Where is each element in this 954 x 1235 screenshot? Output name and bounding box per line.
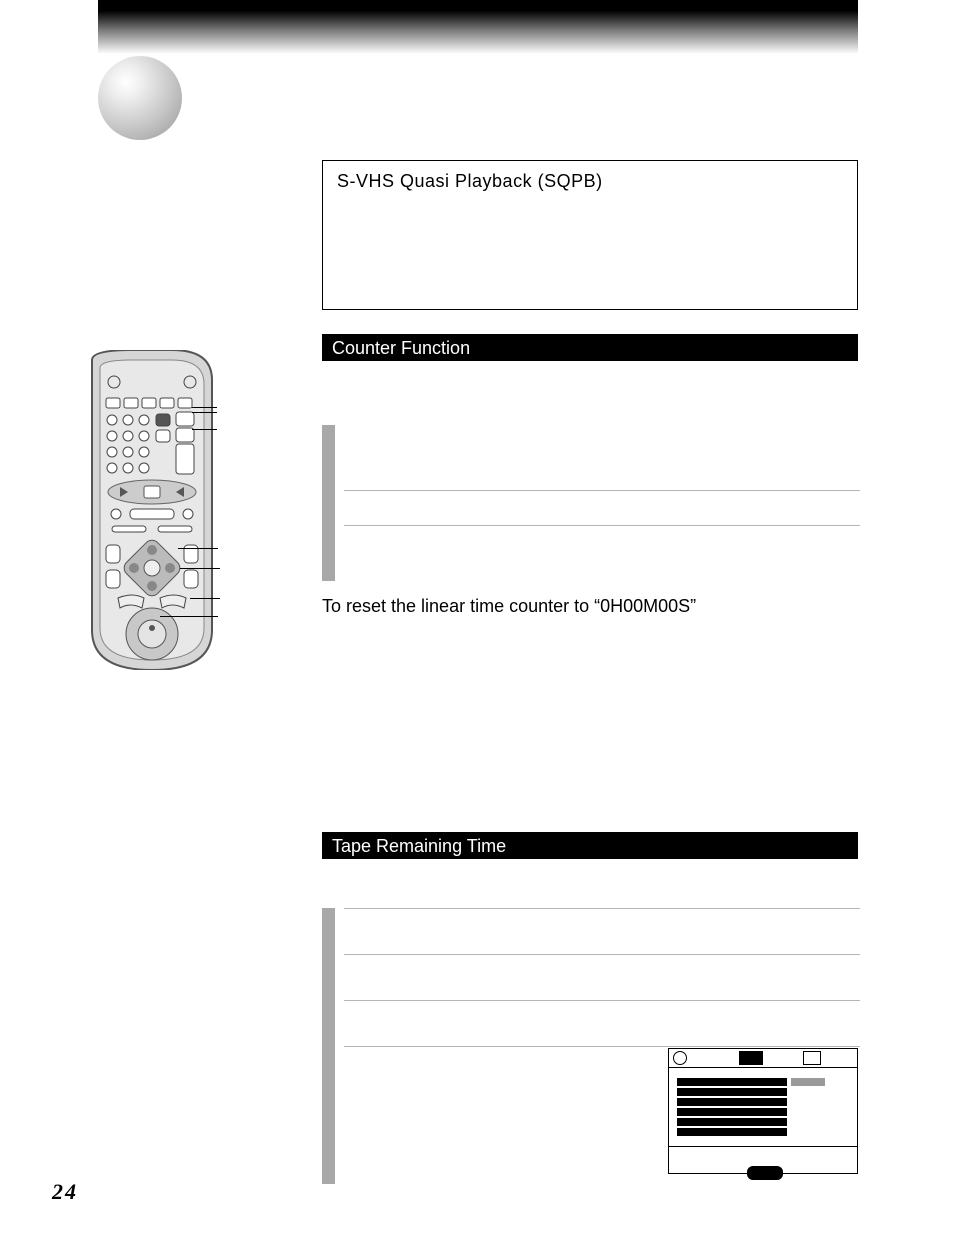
remote-callout-line [192,407,217,408]
page-number: 24 [52,1179,78,1205]
remote-callout-line [190,598,220,599]
sphere-icon [98,56,182,140]
osd-menu-row [677,1078,857,1086]
osd-menu-row [677,1098,857,1106]
section-heading-counter: Counter Function [322,334,858,361]
step-divider [344,954,860,955]
osd-menu-tab [747,1166,783,1180]
osd-menu-row [677,1088,857,1096]
step-divider [344,908,860,909]
section-heading-tape: Tape Remaining Time [322,832,858,859]
step-divider [344,1000,860,1001]
counter-reset-heading: To reset the linear time counter to “0H0… [322,596,858,617]
osd-menu-row [677,1118,857,1126]
remote-body-svg [72,350,232,670]
page-header-gradient [98,0,858,54]
remote-callout-line [192,412,217,413]
tv-icon [803,1051,821,1065]
clock-icon [673,1051,687,1065]
remote-callout-line [192,429,217,430]
display-indicator-box [344,490,860,526]
remote-control-diagram [72,350,232,675]
remote-callout-line [160,616,218,617]
section-topic-sphere [98,56,182,140]
osd-menu-illustration [668,1048,858,1174]
svhs-box: S-VHS Quasi Playback (SQPB) [322,160,858,310]
cassette-icon [739,1051,763,1065]
remote-callout-line [178,548,218,549]
osd-menu-row [677,1108,857,1116]
svhs-title: S-VHS Quasi Playback (SQPB) [337,171,843,192]
step-divider [344,1046,860,1047]
step-indicator-bar [322,425,335,581]
osd-menu-row [677,1128,857,1136]
step-indicator-bar [322,908,335,1184]
remote-callout-line [180,568,220,569]
